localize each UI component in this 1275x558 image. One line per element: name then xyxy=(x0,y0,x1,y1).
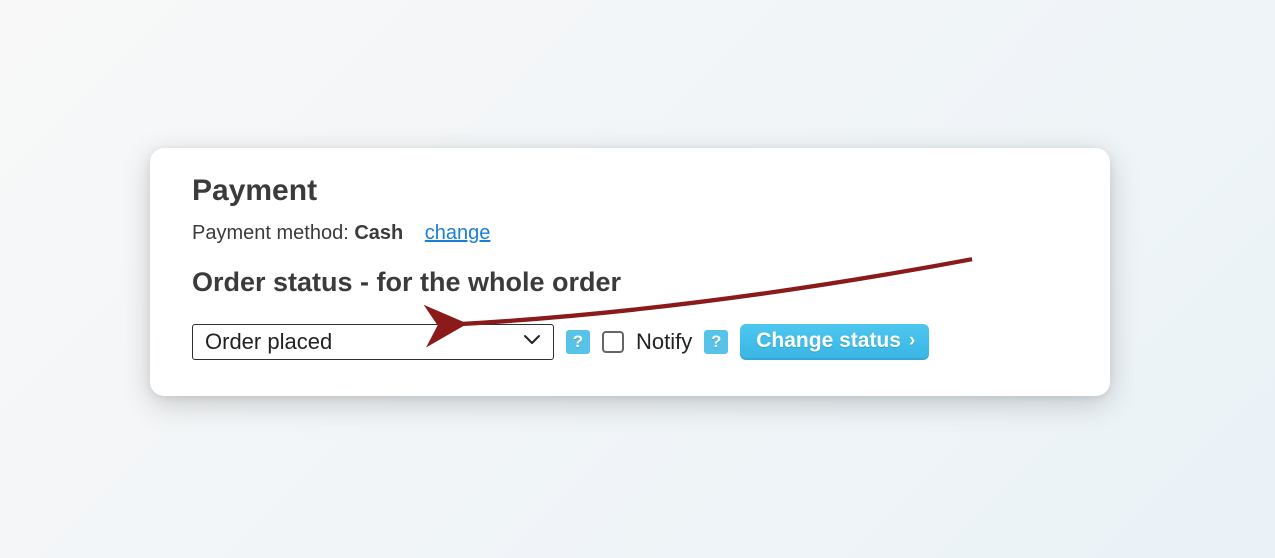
notify-label: Notify xyxy=(636,329,692,355)
payment-method-value: Cash xyxy=(354,222,403,244)
payment-method-row: Payment method: Cash change xyxy=(192,222,1068,245)
change-status-label: Change status xyxy=(756,329,901,353)
help-icon[interactable]: ? xyxy=(566,330,590,354)
chevron-right-icon: › xyxy=(909,330,915,352)
payment-method-label: Payment method: xyxy=(192,222,354,244)
payment-title: Payment xyxy=(192,174,1068,208)
order-status-title: Order status - for the whole order xyxy=(192,267,1068,298)
help-icon[interactable]: ? xyxy=(704,330,728,354)
notify-checkbox[interactable] xyxy=(602,331,624,353)
status-row: Order placed ? Notify ? Change status › xyxy=(192,324,1068,360)
chevron-down-icon xyxy=(523,333,541,351)
change-status-button[interactable]: Change status › xyxy=(740,324,929,360)
change-payment-link[interactable]: change xyxy=(425,222,491,244)
payment-panel: Payment Payment method: Cash change Orde… xyxy=(150,148,1110,396)
order-status-value: Order placed xyxy=(205,329,332,355)
order-status-select[interactable]: Order placed xyxy=(192,324,554,360)
